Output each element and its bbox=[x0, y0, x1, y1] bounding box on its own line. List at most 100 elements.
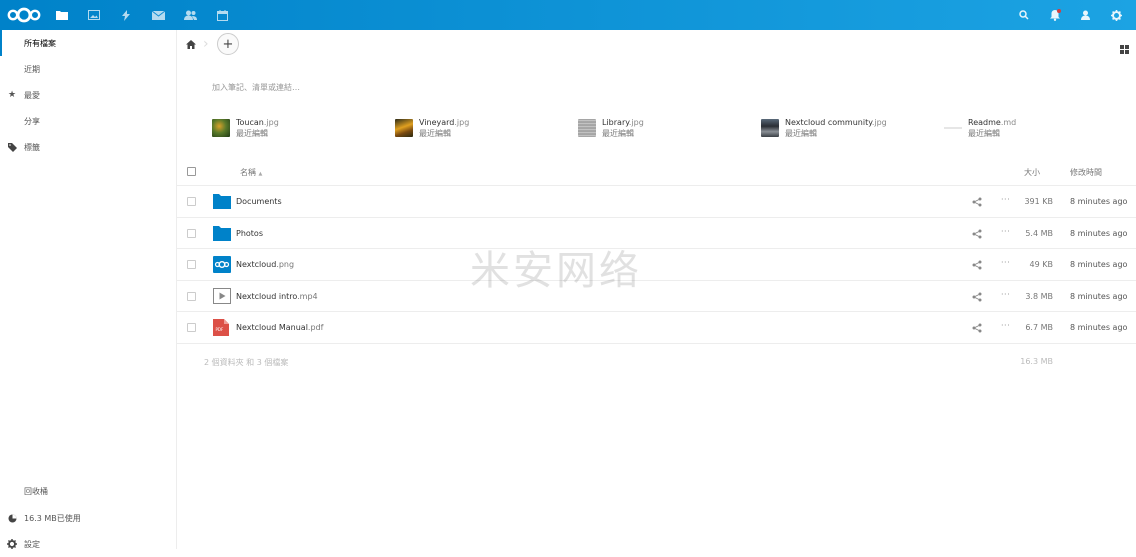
activity-icon[interactable] bbox=[110, 0, 142, 30]
row-checkbox[interactable] bbox=[187, 323, 196, 332]
table-summary: 2 個資料夾 和 3 個檔案 16.3 MB bbox=[177, 344, 1136, 380]
share-icon[interactable] bbox=[972, 323, 982, 333]
nav-recent-label: 近期 bbox=[24, 64, 40, 74]
nav-all-files[interactable]: 所有檔案 bbox=[0, 30, 176, 56]
row-checkbox[interactable] bbox=[187, 197, 196, 206]
search-icon[interactable] bbox=[1008, 0, 1039, 30]
more-actions-icon[interactable]: ··· bbox=[1001, 195, 1010, 204]
mail-icon[interactable] bbox=[142, 0, 174, 30]
recent-item[interactable]: Readme.md 最近編輯 bbox=[944, 116, 1016, 140]
share-icon[interactable] bbox=[972, 229, 982, 239]
nav-tags[interactable]: 標籤 bbox=[0, 134, 176, 160]
nav-recent[interactable]: 近期 bbox=[0, 56, 176, 82]
gear-icon bbox=[0, 539, 24, 549]
recent-item[interactable]: Vineyard.jpg 最近編輯 bbox=[395, 116, 469, 140]
file-modified: 8 minutes ago bbox=[1070, 260, 1128, 269]
nav-shares-label: 分享 bbox=[24, 116, 40, 126]
folder-description-field[interactable]: 加入筆記、清單或連結… bbox=[212, 82, 300, 93]
image-thumbnail-icon bbox=[212, 119, 230, 137]
tag-icon bbox=[0, 142, 24, 152]
nav-shares[interactable]: 分享 bbox=[0, 108, 176, 134]
file-name[interactable]: Nextcloud Manual.pdf bbox=[236, 323, 323, 332]
sort-ascending-icon: ▲ bbox=[258, 171, 263, 177]
column-name-header[interactable]: 名稱 ▲ bbox=[240, 167, 262, 178]
nav-settings-label: 設定 bbox=[24, 539, 40, 549]
row-checkbox[interactable] bbox=[187, 228, 196, 238]
folder-icon bbox=[213, 225, 231, 242]
nextcloud-image-icon bbox=[213, 256, 231, 273]
share-icon[interactable] bbox=[972, 197, 982, 207]
file-modified: 8 minutes ago bbox=[1070, 323, 1128, 332]
recent-item[interactable]: Toucan.jpg 最近編輯 bbox=[212, 116, 279, 140]
notifications-icon[interactable] bbox=[1039, 0, 1070, 30]
recent-files: Toucan.jpg 最近編輯 Vineyard.jpg 最近編輯 Librar… bbox=[212, 116, 1112, 140]
nav-trash[interactable]: 回收桶 bbox=[0, 478, 176, 504]
gallery-icon[interactable] bbox=[78, 0, 110, 30]
settings-icon[interactable] bbox=[1101, 0, 1132, 30]
more-actions-icon[interactable]: ··· bbox=[1001, 227, 1010, 236]
quota-indicator: 16.3 MB已使用 bbox=[0, 505, 176, 531]
file-size: 49 KB bbox=[1029, 260, 1053, 269]
nav-tags-label: 標籤 bbox=[24, 142, 40, 152]
summary-size: 16.3 MB bbox=[1020, 356, 1053, 366]
column-modified-header[interactable]: 修改時間 bbox=[1070, 167, 1102, 178]
svg-text:PDF: PDF bbox=[216, 327, 224, 332]
home-icon[interactable] bbox=[179, 30, 203, 58]
breadcrumb: › + bbox=[177, 30, 1136, 58]
recent-item[interactable]: Nextcloud community.jpg 最近編輯 bbox=[761, 116, 887, 140]
nextcloud-logo-icon[interactable] bbox=[2, 0, 46, 30]
recent-item-name: Vineyard.jpg bbox=[419, 118, 470, 127]
pdf-icon: PDF bbox=[213, 319, 231, 336]
recent-item-sub: 最近編輯 bbox=[236, 129, 268, 138]
nav-settings[interactable]: 設定 bbox=[0, 531, 176, 557]
image-thumbnail-icon bbox=[578, 119, 596, 137]
recent-item[interactable]: Library.jpg 最近編輯 bbox=[578, 116, 644, 140]
contacts-menu-icon[interactable] bbox=[1070, 0, 1101, 30]
file-modified: 8 minutes ago bbox=[1070, 197, 1128, 206]
new-file-button[interactable]: + bbox=[217, 33, 239, 55]
star-icon: ★ bbox=[7, 90, 17, 100]
more-actions-icon[interactable]: ··· bbox=[1001, 290, 1010, 299]
table-row[interactable]: PDF Nextcloud Manual.pdf ··· 6.7 MB 8 mi… bbox=[177, 312, 1136, 344]
table-row[interactable]: Nextcloud intro.mp4 ··· 3.8 MB 8 minutes… bbox=[177, 281, 1136, 312]
file-size: 5.4 MB bbox=[1025, 228, 1053, 238]
nav-favorites[interactable]: ★ 最愛 bbox=[0, 82, 176, 108]
share-icon[interactable] bbox=[972, 292, 982, 302]
more-actions-icon[interactable]: ··· bbox=[1001, 258, 1010, 267]
file-name[interactable]: Nextcloud.png bbox=[236, 260, 294, 269]
table-header: 名稱 ▲ 大小 修改時間 bbox=[177, 157, 1136, 186]
column-size-header[interactable]: 大小 bbox=[1024, 167, 1040, 178]
row-checkbox[interactable] bbox=[187, 291, 196, 301]
select-all-checkbox[interactable] bbox=[187, 167, 196, 176]
file-size: 391 KB bbox=[1024, 197, 1053, 206]
recent-item-sub: 最近編輯 bbox=[419, 129, 451, 138]
file-modified: 8 minutes ago bbox=[1070, 291, 1128, 301]
file-size: 6.7 MB bbox=[1025, 323, 1053, 332]
table-row[interactable]: Documents ··· 391 KB 8 minutes ago bbox=[177, 186, 1136, 218]
more-actions-icon[interactable]: ··· bbox=[1001, 321, 1010, 330]
table-row[interactable]: Photos ··· 5.4 MB 8 minutes ago bbox=[177, 218, 1136, 249]
file-name[interactable]: Nextcloud intro.mp4 bbox=[236, 292, 318, 301]
quota-pie-icon bbox=[0, 514, 24, 523]
recent-item-sub: 最近編輯 bbox=[602, 129, 634, 138]
file-name[interactable]: Documents bbox=[236, 197, 282, 206]
nav-all-files-label: 所有檔案 bbox=[24, 38, 56, 48]
recent-item-sub: 最近編輯 bbox=[785, 129, 817, 138]
file-size: 3.8 MB bbox=[1025, 291, 1053, 301]
video-icon bbox=[213, 287, 231, 305]
text-file-icon bbox=[944, 119, 962, 137]
calendar-icon[interactable] bbox=[206, 0, 238, 30]
contacts-icon[interactable] bbox=[174, 0, 206, 30]
app-navigation: 所有檔案 近期 ★ 最愛 分享 標籤 回收桶 16.3 MB已使用 設定 bbox=[0, 30, 177, 549]
file-name[interactable]: Photos bbox=[236, 229, 263, 238]
image-thumbnail-icon bbox=[761, 119, 779, 137]
files-icon[interactable] bbox=[46, 0, 78, 30]
quota-label: 16.3 MB已使用 bbox=[24, 513, 81, 523]
grid-view-icon[interactable] bbox=[1120, 39, 1130, 54]
folder-icon bbox=[213, 193, 231, 210]
nav-trash-label: 回收桶 bbox=[24, 486, 48, 496]
file-modified: 8 minutes ago bbox=[1070, 228, 1128, 238]
row-checkbox[interactable] bbox=[187, 260, 196, 269]
table-row[interactable]: Nextcloud.png ··· 49 KB 8 minutes ago bbox=[177, 249, 1136, 281]
share-icon[interactable] bbox=[972, 260, 982, 270]
